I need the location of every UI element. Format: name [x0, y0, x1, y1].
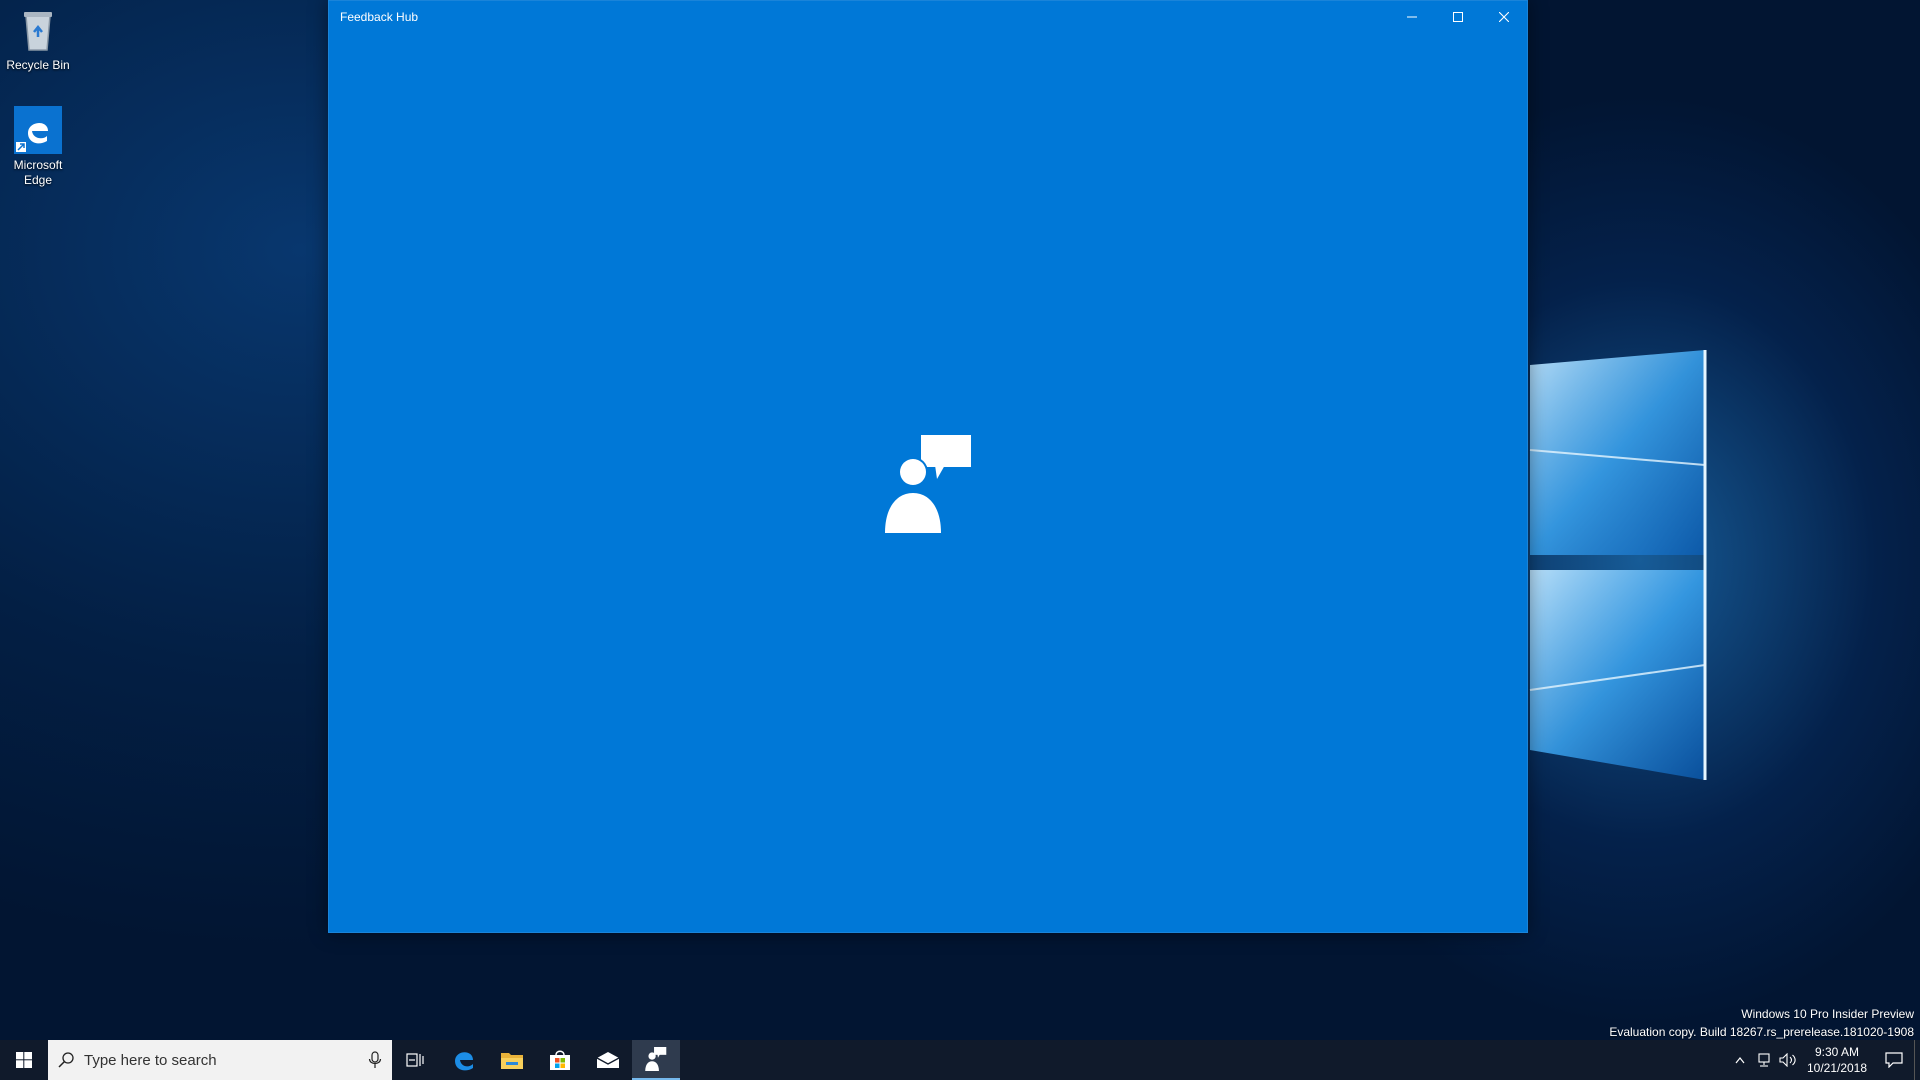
show-hidden-icons-button[interactable]: [1728, 1040, 1752, 1080]
recycle-bin-icon: [14, 6, 62, 54]
feedback-hub-icon: [645, 1047, 667, 1071]
search-input[interactable]: [84, 1051, 358, 1069]
desktop-icon-microsoft-edge[interactable]: Microsoft Edge: [4, 106, 72, 188]
network-button[interactable]: [1752, 1040, 1776, 1080]
taskbar-app-file-explorer[interactable]: [488, 1040, 536, 1080]
speaker-icon: [1779, 1053, 1796, 1067]
feedback-hub-splash-icon: [885, 435, 971, 533]
clock-time: 9:30 AM: [1814, 1045, 1860, 1059]
clock-date: 10/21/2018: [1806, 1061, 1868, 1075]
minimize-icon: [1407, 16, 1417, 18]
taskbar-app-store[interactable]: [536, 1040, 584, 1080]
wallpaper-windows-logo: [1529, 350, 1707, 780]
desktop-icon-label: Recycle Bin: [6, 58, 70, 72]
file-explorer-icon: [501, 1053, 523, 1069]
taskbar-clock[interactable]: 9:30 AM 10/21/2018: [1800, 1044, 1874, 1076]
task-view-icon: [406, 1053, 424, 1067]
taskbar-app-edge[interactable]: [440, 1040, 488, 1080]
notification-icon: [1885, 1052, 1903, 1068]
minimize-button[interactable]: [1389, 1, 1435, 33]
maximize-button[interactable]: [1435, 1, 1481, 33]
start-button[interactable]: [0, 1040, 48, 1080]
maximize-icon: [1453, 12, 1463, 22]
show-desktop-button[interactable]: [1914, 1040, 1920, 1080]
window-title: Feedback Hub: [340, 10, 419, 24]
windows-start-icon: [16, 1052, 32, 1068]
chevron-up-icon: [1735, 1057, 1745, 1064]
desktop-icon-recycle-bin[interactable]: Recycle Bin: [4, 6, 72, 73]
watermark-build: Evaluation copy. Build 18267.rs_prerelea…: [1609, 1025, 1914, 1039]
feedback-hub-window[interactable]: Feedback Hub: [328, 0, 1528, 933]
system-tray: 9:30 AM 10/21/2018: [1728, 1040, 1920, 1080]
edge-icon: [455, 1052, 473, 1071]
taskbar: 9:30 AM 10/21/2018: [0, 1040, 1920, 1080]
close-button[interactable]: [1481, 1, 1527, 33]
action-center-button[interactable]: [1874, 1040, 1914, 1080]
microphone-icon[interactable]: [368, 1051, 382, 1069]
mail-icon: [596, 1052, 620, 1068]
taskbar-search-box[interactable]: [48, 1040, 392, 1080]
network-icon: [1758, 1053, 1770, 1067]
task-view-button[interactable]: [392, 1040, 440, 1080]
taskbar-app-mail[interactable]: [584, 1040, 632, 1080]
watermark-edition: Windows 10 Pro Insider Preview: [1741, 1007, 1914, 1021]
close-icon: [1499, 12, 1509, 22]
window-titlebar[interactable]: Feedback Hub: [329, 1, 1527, 33]
taskbar-app-feedback-hub[interactable]: [632, 1040, 680, 1080]
search-icon: [58, 1052, 74, 1068]
build-watermark: Windows 10 Pro Insider Preview Evaluatio…: [1609, 1005, 1914, 1041]
volume-button[interactable]: [1776, 1040, 1800, 1080]
edge-icon: [14, 106, 62, 154]
store-icon: [550, 1050, 570, 1070]
desktop-icon-label: Microsoft Edge: [13, 158, 63, 187]
